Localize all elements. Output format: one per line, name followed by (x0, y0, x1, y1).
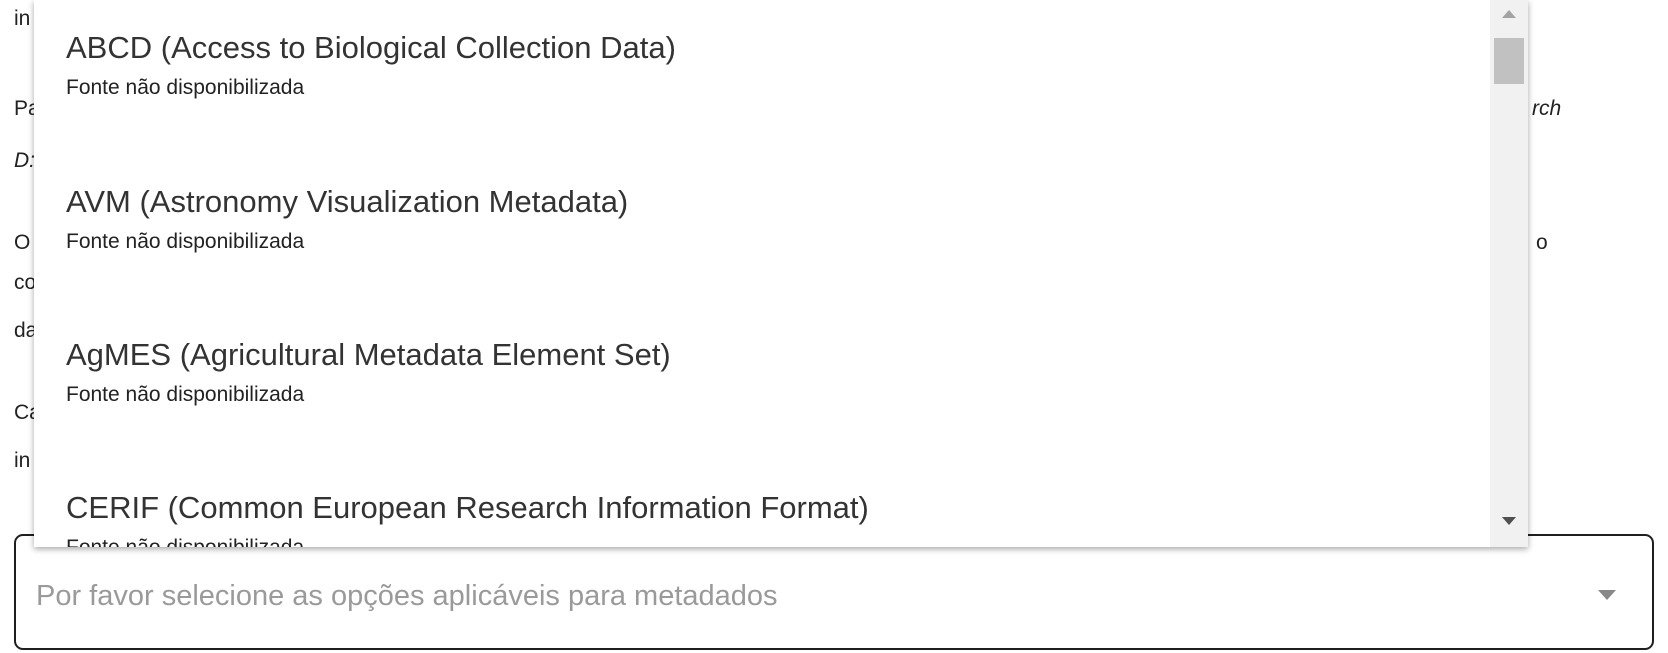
bg-text-fragment: in (14, 7, 31, 30)
option-item[interactable]: CERIF (Common European Research Informat… (66, 492, 1466, 547)
bg-text-fragment: D: (14, 149, 35, 172)
select-placeholder: Por favor selecione as opções aplicáveis… (36, 580, 778, 612)
bg-text-fragment: in (14, 449, 31, 472)
bg-text-fragment: rch (1532, 97, 1562, 120)
chevron-down-icon[interactable] (1598, 590, 1616, 600)
dropdown-scrollbar[interactable] (1490, 0, 1528, 547)
option-title: ABCD (Access to Biological Collection Da… (66, 30, 676, 65)
option-title: AVM (Astronomy Visualization Metadata) (66, 184, 629, 219)
bg-text-fragment: co (14, 271, 37, 294)
option-item[interactable]: AVM (Astronomy Visualization Metadata) F… (66, 186, 1466, 252)
option-subtitle: Fonte não disponibilizada (66, 383, 305, 406)
option-subtitle: Fonte não disponibilizada (66, 230, 305, 253)
option-subtitle: Fonte não disponibilizada (66, 76, 305, 99)
arrow-up-icon[interactable] (1502, 10, 1516, 18)
scrollbar-thumb[interactable] (1494, 38, 1524, 84)
metadata-options-dropdown: ABCD (Access to Biological Collection Da… (34, 0, 1528, 547)
option-title: AgMES (Agricultural Metadata Element Set… (66, 337, 671, 372)
bg-text-fragment: O (14, 231, 31, 254)
metadata-select[interactable]: Por favor selecione as opções aplicáveis… (14, 534, 1654, 650)
bg-text-fragment: o (1536, 231, 1548, 254)
page: in Pa D: O co da Ca in rch o Por favor s… (0, 0, 1668, 653)
option-item[interactable]: ABCD (Access to Biological Collection Da… (66, 32, 1466, 98)
option-title: CERIF (Common European Research Informat… (66, 490, 869, 525)
arrow-down-icon[interactable] (1502, 517, 1516, 525)
option-subtitle: Fonte não disponibilizada (66, 537, 1466, 547)
option-item[interactable]: AgMES (Agricultural Metadata Element Set… (66, 339, 1466, 405)
